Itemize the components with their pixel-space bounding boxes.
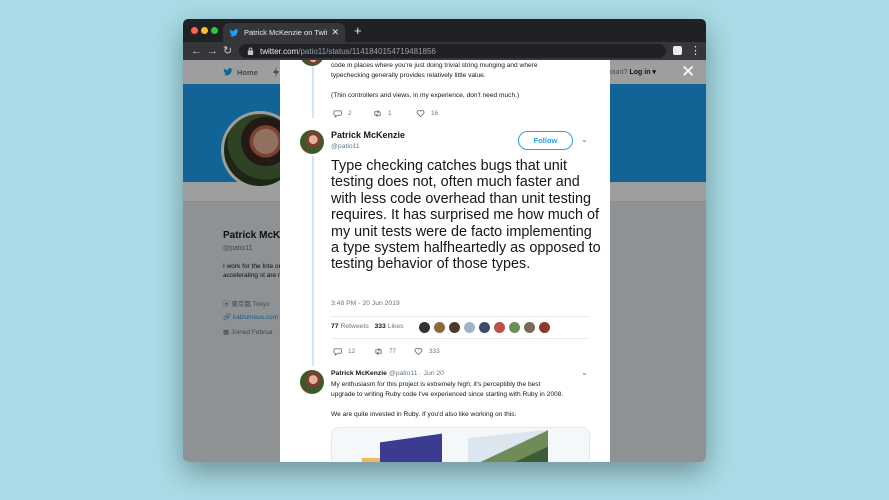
browser-tab[interactable]: Patrick McKenzie on Twitter: "T ✕	[223, 23, 345, 42]
chevron-down-icon[interactable]: ⌄	[581, 368, 588, 377]
main-tweet-author-name[interactable]: Patrick McKenzie	[331, 130, 405, 140]
liker-avatar[interactable]	[434, 322, 445, 333]
prev-reply-count: 2	[348, 110, 352, 117]
new-tab-button[interactable]: +	[354, 23, 362, 38]
url-host: twitter.com	[260, 46, 299, 56]
reply-tweet-line2: upgrade to writing Ruby code I've experi…	[331, 391, 564, 398]
likes-label[interactable]: Likes	[388, 323, 404, 330]
reply-icon	[333, 348, 342, 356]
liker-avatar[interactable]	[524, 322, 535, 333]
liker-avatar[interactable]	[539, 322, 550, 333]
thread-line	[312, 60, 314, 118]
tab-bar: Patrick McKenzie on Twitter: "T ✕ +	[183, 19, 706, 42]
divider	[331, 316, 590, 317]
browser-window: Patrick McKenzie on Twitter: "T ✕ + ← → …	[183, 19, 706, 462]
retweet-icon	[374, 109, 381, 118]
reply-tweet-avatar[interactable]	[300, 370, 324, 394]
retweet-count[interactable]: 77	[331, 323, 339, 330]
close-modal-icon[interactable]: ✕	[681, 62, 695, 82]
main-reply-count: 12	[348, 348, 356, 355]
link-preview-card[interactable]	[331, 427, 590, 462]
prev-reply-action[interactable]: 2	[333, 109, 352, 118]
url-text: twitter.com/patio11/status/1141840154719…	[260, 47, 436, 56]
chevron-down-icon[interactable]: ⌄	[581, 135, 588, 144]
retweet-icon	[375, 347, 382, 356]
minimize-window-button[interactable]	[201, 27, 208, 34]
thread-line	[312, 156, 314, 366]
liker-avatars	[419, 322, 554, 333]
browser-toolbar: ← → ↻ twitter.com/patio11/status/1141840…	[183, 42, 706, 60]
main-reply-action[interactable]: 12	[333, 347, 355, 356]
reply-icon	[333, 110, 342, 118]
back-arrow-icon[interactable]: ←	[191, 44, 202, 58]
prev-like-action[interactable]: 16	[416, 109, 438, 118]
reply-tweet-author-name[interactable]: Patrick McKenzie	[331, 370, 387, 377]
maximize-window-button[interactable]	[211, 27, 218, 34]
card-illustration	[380, 433, 442, 462]
liker-avatar[interactable]	[479, 322, 490, 333]
heart-icon	[416, 110, 425, 118]
prev-like-count: 16	[431, 110, 439, 117]
main-retweet-action[interactable]: 77	[374, 347, 396, 356]
reply-tweet-line1: My enthusiasm for this project is extrem…	[331, 381, 541, 388]
tweet-permalink-modal: code in places where you're just doing t…	[280, 60, 610, 462]
twitter-bird-icon	[229, 28, 239, 36]
main-like-count: 333	[429, 348, 440, 355]
address-bar[interactable]: twitter.com/patio11/status/1141840154719…	[239, 44, 666, 58]
reload-icon[interactable]: ↻	[223, 44, 232, 58]
close-window-button[interactable]	[191, 27, 198, 34]
tab-close-icon[interactable]: ✕	[331, 27, 339, 38]
prev-retweet-action[interactable]: 1	[373, 109, 392, 118]
like-count[interactable]: 333	[374, 323, 385, 330]
retweets-label[interactable]: Retweets	[340, 323, 368, 330]
card-photo	[468, 429, 548, 462]
page-viewport: Home ount? Log in ▾ Patrick McK @patio11…	[183, 60, 706, 462]
liker-avatar[interactable]	[494, 322, 505, 333]
liker-avatar[interactable]	[509, 322, 520, 333]
reply-tweet-line3: We are quite invested in Ruby. If you'd …	[331, 411, 517, 418]
lock-icon	[247, 47, 254, 55]
prev-tweet-line2: typechecking generally provides relative…	[331, 72, 486, 79]
main-like-action[interactable]: 333	[414, 347, 440, 356]
prev-retweet-count: 1	[388, 110, 392, 117]
menu-kebab-icon[interactable]: ⋮	[690, 44, 701, 58]
follow-button[interactable]: Follow	[518, 131, 573, 150]
liker-avatar[interactable]	[464, 322, 475, 333]
prev-tweet-line3: (Thin controllers and views, in my exper…	[331, 92, 520, 99]
main-retweet-count: 77	[389, 348, 397, 355]
prev-tweet-avatar[interactable]	[300, 60, 324, 66]
profile-icon[interactable]	[673, 46, 682, 55]
main-tweet-timestamp[interactable]: 3:48 PM - 20 Jun 2019	[331, 300, 400, 307]
reply-tweet-meta[interactable]: @patio11 · Jun 20	[389, 370, 444, 377]
liker-avatar[interactable]	[419, 322, 430, 333]
liker-avatar[interactable]	[449, 322, 460, 333]
forward-arrow-icon[interactable]: →	[207, 44, 218, 58]
main-tweet-avatar[interactable]	[300, 130, 324, 154]
tab-title: Patrick McKenzie on Twitter: "T	[244, 28, 328, 37]
divider	[331, 338, 590, 339]
reply-tweet-header: Patrick McKenzie @patio11 · Jun 20	[331, 370, 444, 377]
main-tweet-handle[interactable]: @patio11	[331, 143, 360, 150]
heart-icon	[414, 348, 423, 356]
main-tweet-text: Type checking catches bugs that unit tes…	[331, 158, 601, 273]
prev-tweet-line1: code in places where you're just doing t…	[331, 62, 538, 69]
engagement-counts: 77 Retweets 333 Likes	[331, 323, 404, 330]
url-path: /patio11/status/1141840154719481856	[298, 46, 436, 56]
